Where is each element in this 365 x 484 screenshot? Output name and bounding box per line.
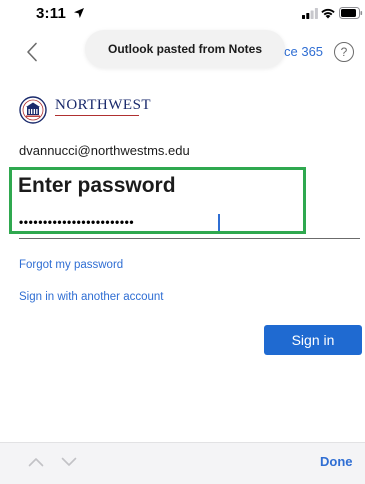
signal-icon [302, 8, 318, 19]
account-identity: dvannucci@northwestms.edu [19, 143, 190, 158]
status-bar: 3:11 [0, 0, 365, 28]
location-arrow-icon [74, 8, 84, 18]
header-title: ce 365 [284, 44, 324, 59]
college-seal-icon [19, 96, 47, 124]
help-icon[interactable]: ? [334, 42, 354, 62]
other-account-link[interactable]: Sign in with another account [19, 291, 163, 303]
password-field[interactable]: •••••••••••••••••••••••• [19, 210, 360, 239]
logo-tagline [55, 115, 139, 120]
battery-icon [339, 7, 363, 19]
signin-screen: 3:11 ce 365 ? Outlook pasted from Notes [0, 0, 365, 484]
text-caret [218, 214, 220, 231]
organization-logo: NORTHWEST [19, 96, 151, 124]
sign-in-button[interactable]: Sign in [264, 325, 362, 355]
paste-notification-text: Outlook pasted from Notes [107, 42, 262, 56]
page-title: Enter password [18, 174, 176, 197]
back-chevron-icon[interactable] [26, 42, 38, 62]
chevron-up-icon[interactable] [28, 457, 44, 467]
wifi-icon [321, 8, 335, 19]
status-time: 3:11 [36, 5, 66, 22]
forgot-password-link[interactable]: Forgot my password [19, 259, 123, 271]
paste-notification: Outlook pasted from Notes [85, 30, 285, 68]
chevron-down-icon[interactable] [61, 457, 77, 467]
password-mask: •••••••••••••••••••••••• [19, 215, 135, 229]
keyboard-accessory-bar: Done [0, 442, 365, 484]
done-button[interactable]: Done [320, 454, 353, 469]
logo-wordmark: NORTHWEST [55, 97, 152, 113]
